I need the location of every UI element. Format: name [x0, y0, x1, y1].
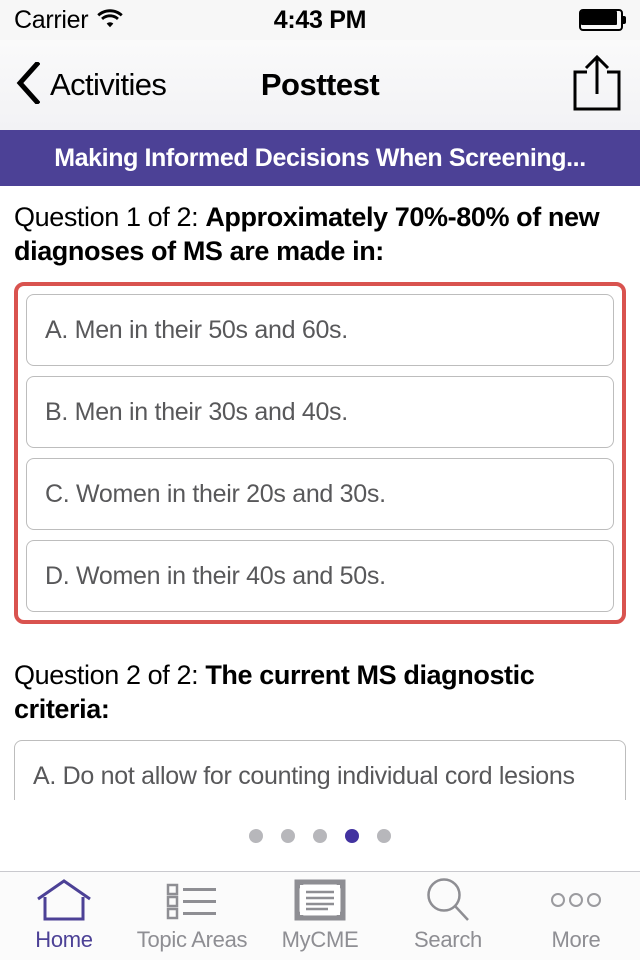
wifi-icon: [97, 8, 123, 33]
navigation-bar: Activities Posttest: [0, 40, 640, 130]
certificate-icon: [292, 879, 348, 921]
list-icon: [164, 879, 220, 921]
option-a[interactable]: A. Men in their 50s and 60s.: [26, 294, 614, 367]
home-icon: [36, 879, 92, 921]
page-dot-5[interactable]: [377, 828, 391, 843]
chevron-left-icon: [16, 59, 41, 109]
option-b[interactable]: B. Men in their 30s and 40s.: [26, 376, 614, 449]
question-prefix: Question 2 of 2:: [14, 660, 206, 691]
option-label: A. Do not allow for counting individual …: [33, 761, 575, 790]
tab-bar: Home Topic Areas MyCME Search More: [0, 872, 640, 960]
posttest-content-scroll[interactable]: Question 1 of 2: Approximately 70%-80% o…: [0, 186, 640, 800]
tab-search[interactable]: Search: [384, 872, 512, 960]
page-dot-4[interactable]: [345, 828, 359, 843]
question-1-options-group: A. Men in their 50s and 60s. B. Men in t…: [14, 282, 626, 625]
tab-mycme-label: MyCME: [281, 927, 359, 952]
tab-more[interactable]: More: [512, 872, 640, 960]
page-indicator[interactable]: [0, 800, 640, 872]
ellipsis-icon: [548, 879, 604, 921]
tab-home-label: Home: [35, 927, 93, 952]
question-2-options-group: A. Do not allow for counting individual …: [14, 740, 626, 800]
back-button-label: Activities: [50, 67, 167, 102]
tab-topic-areas-label: Topic Areas: [136, 927, 248, 952]
tab-more-label: More: [551, 927, 601, 952]
status-bar-right: [579, 9, 626, 31]
app-root: Carrier 4:43 PM Activities Posttest Maki…: [0, 0, 640, 960]
option-label: B. Men in their 30s and 40s.: [45, 397, 348, 426]
option-d[interactable]: D. Women in their 40s and 50s.: [26, 540, 614, 613]
status-bar-left: Carrier: [14, 6, 123, 35]
carrier-label: Carrier: [14, 5, 89, 34]
back-button[interactable]: Activities: [16, 59, 167, 109]
page-dot-3[interactable]: [313, 828, 327, 843]
question-text: Question 1 of 2: Approximately 70%-80% o…: [14, 200, 626, 268]
tab-mycme[interactable]: MyCME: [256, 872, 384, 960]
option-label: D. Women in their 40s and 50s.: [45, 561, 386, 590]
question-text: Question 2 of 2: The current MS diagnost…: [14, 658, 626, 726]
option-label: C. Women in their 20s and 30s.: [45, 479, 386, 508]
share-icon: [570, 54, 624, 117]
share-button[interactable]: [570, 54, 624, 117]
option-c[interactable]: C. Women in their 20s and 30s.: [26, 458, 614, 531]
activity-banner[interactable]: Making Informed Decisions When Screening…: [0, 130, 640, 186]
question-prefix: Question 1 of 2:: [14, 202, 206, 232]
option-a[interactable]: A. Do not allow for counting individual …: [14, 740, 626, 800]
page-dot-1[interactable]: [249, 828, 263, 843]
tab-home[interactable]: Home: [0, 872, 128, 960]
battery-full-icon: [579, 9, 626, 31]
option-label: A. Men in their 50s and 60s.: [45, 315, 348, 344]
activity-banner-title: Making Informed Decisions When Screening…: [54, 143, 586, 172]
status-bar: Carrier 4:43 PM: [0, 0, 640, 40]
tab-topic-areas[interactable]: Topic Areas: [128, 872, 256, 960]
page-dot-2[interactable]: [281, 828, 295, 843]
posttest-content: Question 1 of 2: Approximately 70%-80% o…: [0, 186, 640, 800]
search-icon: [423, 878, 473, 921]
tab-search-label: Search: [414, 927, 482, 952]
